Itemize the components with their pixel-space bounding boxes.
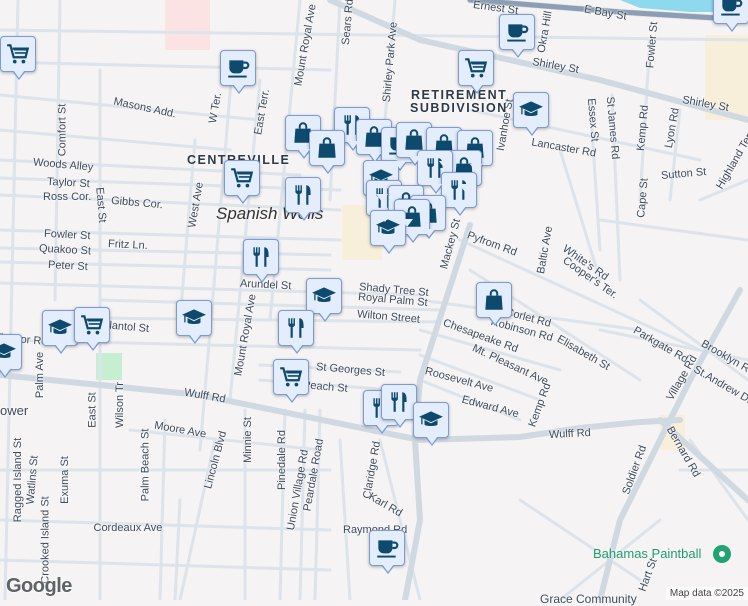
shopping-cart-icon: [280, 367, 303, 387]
marker-restaurant[interactable]: [278, 310, 314, 354]
google-logo: Google: [6, 575, 72, 597]
map-canvas[interactable]: [0, 0, 748, 600]
marker-cafe[interactable]: [220, 50, 256, 94]
marker-school[interactable]: [42, 310, 78, 354]
marker-shop[interactable]: [476, 282, 512, 326]
marker-restaurant[interactable]: [243, 239, 279, 283]
marker-cafe[interactable]: [369, 530, 405, 574]
marker-cafe[interactable]: [499, 14, 535, 58]
coffee-cup-icon: [377, 540, 399, 558]
marker-shop[interactable]: [309, 130, 345, 174]
marker-grocery[interactable]: [458, 50, 494, 94]
marker-school[interactable]: [306, 278, 342, 322]
marker-cafe[interactable]: [713, 0, 748, 32]
graduation-cap-icon: [519, 101, 543, 116]
coffee-cup-icon: [507, 24, 529, 42]
marker-grocery[interactable]: [0, 36, 36, 80]
coffee-cup-icon: [721, 0, 743, 16]
marker-grocery[interactable]: [74, 307, 110, 351]
marker-restaurant[interactable]: [381, 384, 417, 428]
fork-knife-icon: [288, 318, 304, 338]
shopping-cart-icon: [465, 58, 488, 78]
poi-label-bahamas-paintball[interactable]: Bahamas Paintball: [593, 546, 701, 561]
marker-school[interactable]: [513, 92, 549, 136]
marker-school[interactable]: [0, 334, 22, 378]
area-label-subdivision: SUBDIVISION: [410, 101, 508, 115]
graduation-cap-icon: [419, 411, 443, 426]
map-pin-icon[interactable]: [713, 545, 731, 563]
graduation-cap-icon: [0, 343, 16, 358]
graduation-cap-icon: [312, 287, 336, 302]
shopping-cart-icon: [81, 315, 104, 335]
marker-school[interactable]: [176, 300, 212, 344]
map-attribution[interactable]: Map data ©2025: [665, 587, 748, 600]
marker-school[interactable]: [413, 402, 449, 446]
fork-knife-icon: [295, 185, 311, 205]
shopping-cart-icon: [231, 168, 254, 188]
graduation-cap-icon: [48, 319, 72, 334]
fork-knife-icon: [391, 392, 407, 412]
marker-grocery[interactable]: [224, 160, 260, 204]
shopping-cart-icon: [7, 44, 30, 64]
hospital-area: [165, 0, 210, 50]
area-label-retirement: RETIREMENT: [411, 88, 508, 102]
fork-knife-icon: [253, 247, 269, 267]
coffee-cup-icon: [228, 60, 250, 78]
shopping-bag-icon: [485, 289, 503, 310]
marker-restaurant[interactable]: [285, 177, 321, 221]
graduation-cap-icon: [182, 309, 206, 324]
shopping-bag-icon: [318, 137, 336, 158]
marker-grocery[interactable]: [273, 359, 309, 403]
